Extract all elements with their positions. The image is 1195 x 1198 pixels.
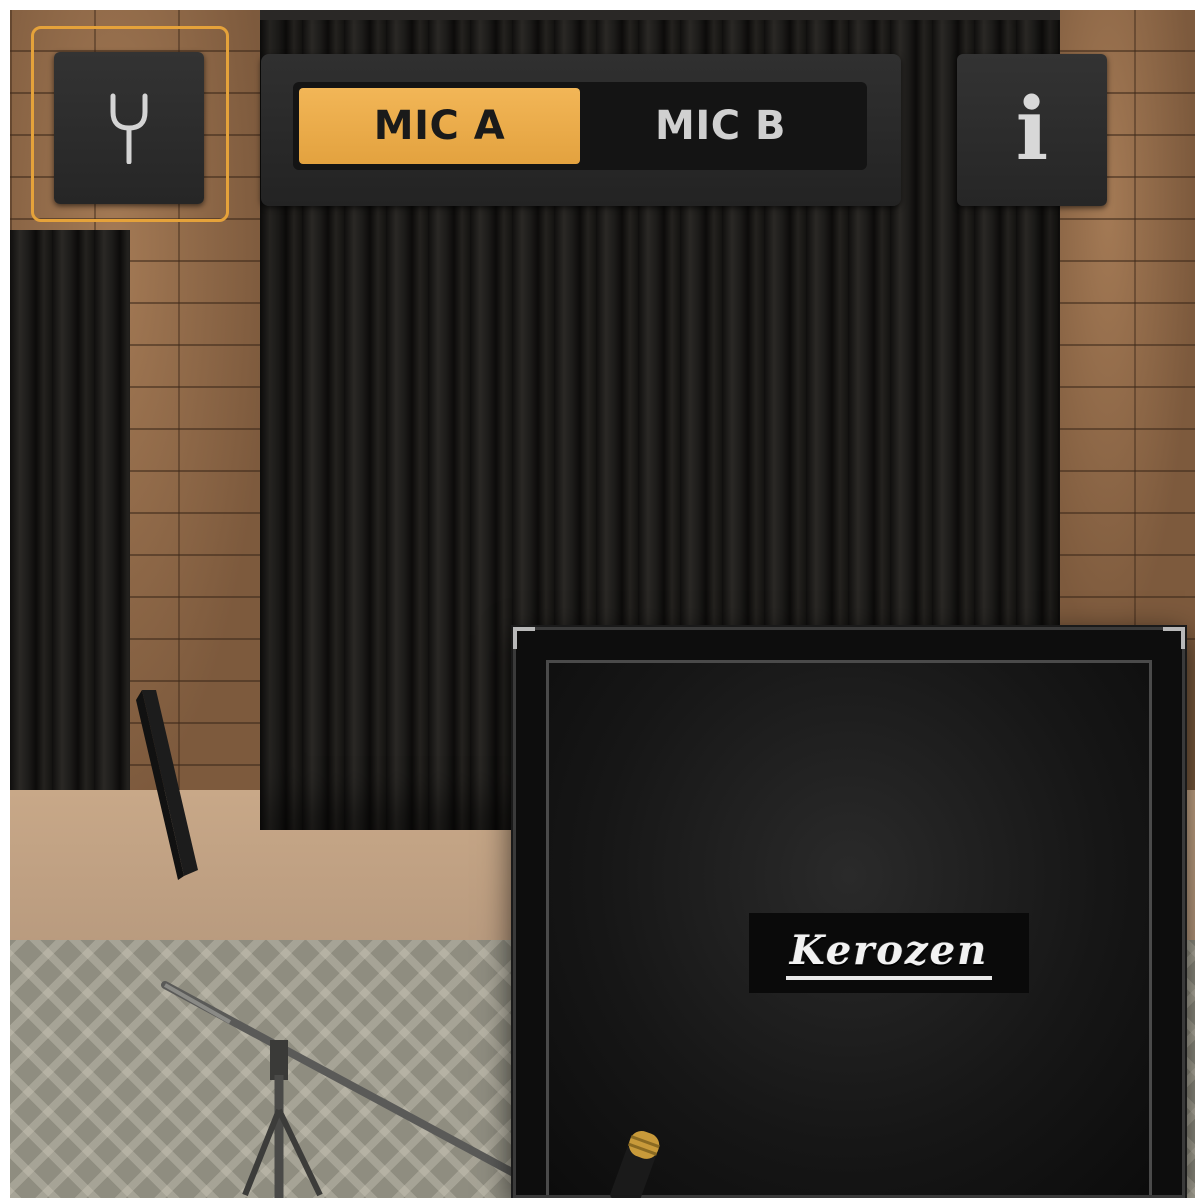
tab-mic-a[interactable]: MIC A (299, 88, 580, 164)
mic-selector: MIC A MIC B (261, 54, 901, 206)
cabinet-grille: Kerozen (546, 660, 1152, 1195)
mic-selector-track: MIC A MIC B (293, 82, 867, 170)
acoustic-panel-stand (136, 690, 198, 880)
tuning-fork-icon (110, 93, 148, 164)
info-button[interactable]: i (957, 54, 1107, 206)
curtain-left (10, 230, 130, 870)
tab-mic-b[interactable]: MIC B (580, 88, 861, 164)
splitter-button[interactable] (54, 52, 204, 204)
brand-plate: Kerozen (749, 913, 1029, 993)
guitar-cabinet[interactable]: Kerozen (513, 627, 1185, 1198)
microphone[interactable] (600, 1130, 670, 1198)
brand-logo: Kerozen (785, 927, 993, 980)
cabinet-corner-top-left (513, 627, 535, 649)
info-icon: i (1015, 79, 1049, 180)
cabinet-corner-top-right (1163, 627, 1185, 649)
curtain-rail (260, 10, 1060, 20)
studio-room-scene: Kerozen MIC A MIC B i (10, 10, 1195, 1198)
